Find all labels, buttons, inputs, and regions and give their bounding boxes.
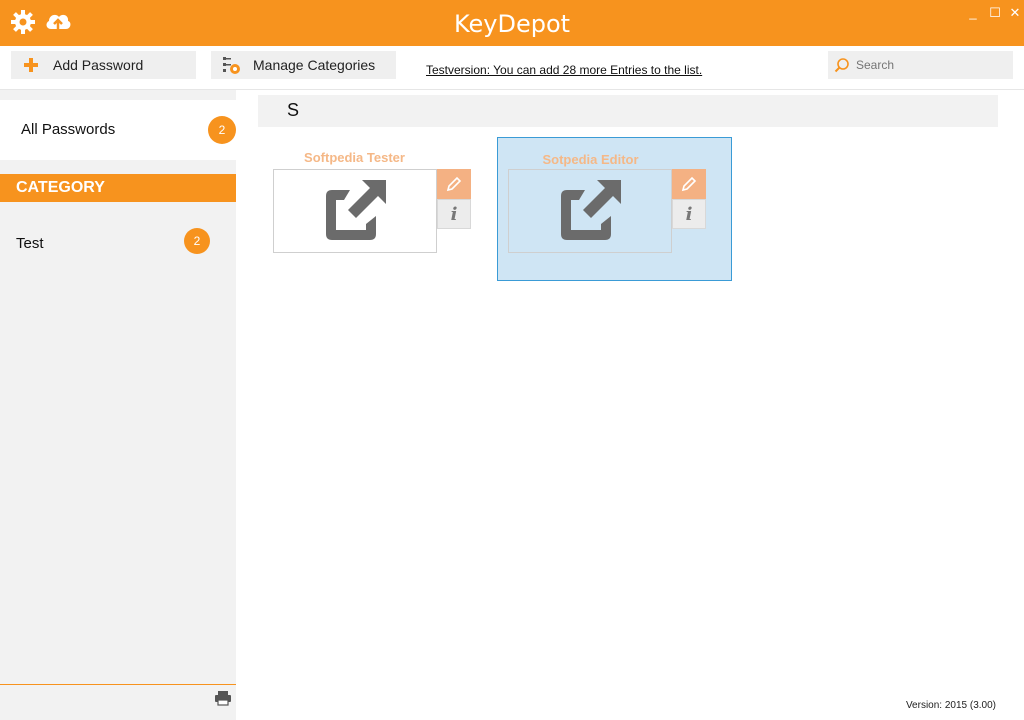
manage-categories-button[interactable]: Manage Categories (211, 51, 396, 79)
category-count-badge: 2 (184, 228, 210, 254)
category-label: Test (16, 235, 44, 252)
entry-info-button[interactable]: i (437, 199, 471, 229)
all-passwords-label: All Passwords (21, 121, 116, 138)
sidebar-divider (0, 684, 236, 685)
open-link-icon (561, 180, 621, 240)
edit-entry-button[interactable] (672, 169, 706, 199)
entry-title: Sotpedia Editor (542, 152, 639, 167)
sidebar-item-all-passwords[interactable]: All Passwords 2 (0, 100, 236, 160)
password-entry-card[interactable]: Softpedia Tester i (272, 150, 472, 254)
entry-thumbnail[interactable] (273, 169, 437, 253)
print-icon[interactable] (214, 690, 234, 708)
group-letter: S (287, 100, 300, 120)
pencil-icon (681, 176, 697, 192)
toolbar: Add Password Manage Categories Testversi… (0, 46, 1024, 90)
sidebar-item-category-test[interactable]: Test 2 (0, 226, 236, 256)
open-link-icon (326, 180, 386, 240)
group-header: S (258, 95, 998, 127)
search-box[interactable] (828, 51, 1013, 79)
manage-categories-label: Manage Categories (253, 57, 376, 73)
sidebar: All Passwords 2 CATEGORY Test 2 (0, 90, 236, 720)
add-password-label: Add Password (53, 57, 144, 73)
minimize-icon[interactable]: _ (966, 6, 980, 20)
category-header: CATEGORY (0, 174, 236, 202)
entry-info-button[interactable]: i (672, 199, 706, 229)
categories-icon (221, 55, 241, 75)
pencil-icon (446, 176, 462, 192)
add-password-button[interactable]: Add Password (11, 51, 196, 79)
plus-icon (21, 55, 41, 75)
version-label: Version: 2015 (3.00) (905, 700, 996, 711)
entry-thumbnail[interactable] (508, 169, 672, 253)
trial-notice-link[interactable]: Testversion: You can add 28 more Entries… (426, 63, 702, 77)
maximize-icon[interactable]: ☐ (988, 6, 1002, 20)
search-icon (834, 57, 850, 73)
title-bar: KeyDepot _ ☐ ✕ (0, 0, 1024, 46)
edit-entry-button[interactable] (437, 169, 471, 199)
password-entry-card-selected[interactable]: Sotpedia Editor i (497, 137, 732, 281)
entry-title: Softpedia Tester (304, 150, 405, 165)
search-input[interactable] (856, 58, 996, 72)
selection-arrow (236, 100, 258, 160)
close-icon[interactable]: ✕ (1008, 6, 1022, 20)
window-title: KeyDepot (453, 10, 571, 38)
all-passwords-count-badge: 2 (208, 116, 236, 144)
